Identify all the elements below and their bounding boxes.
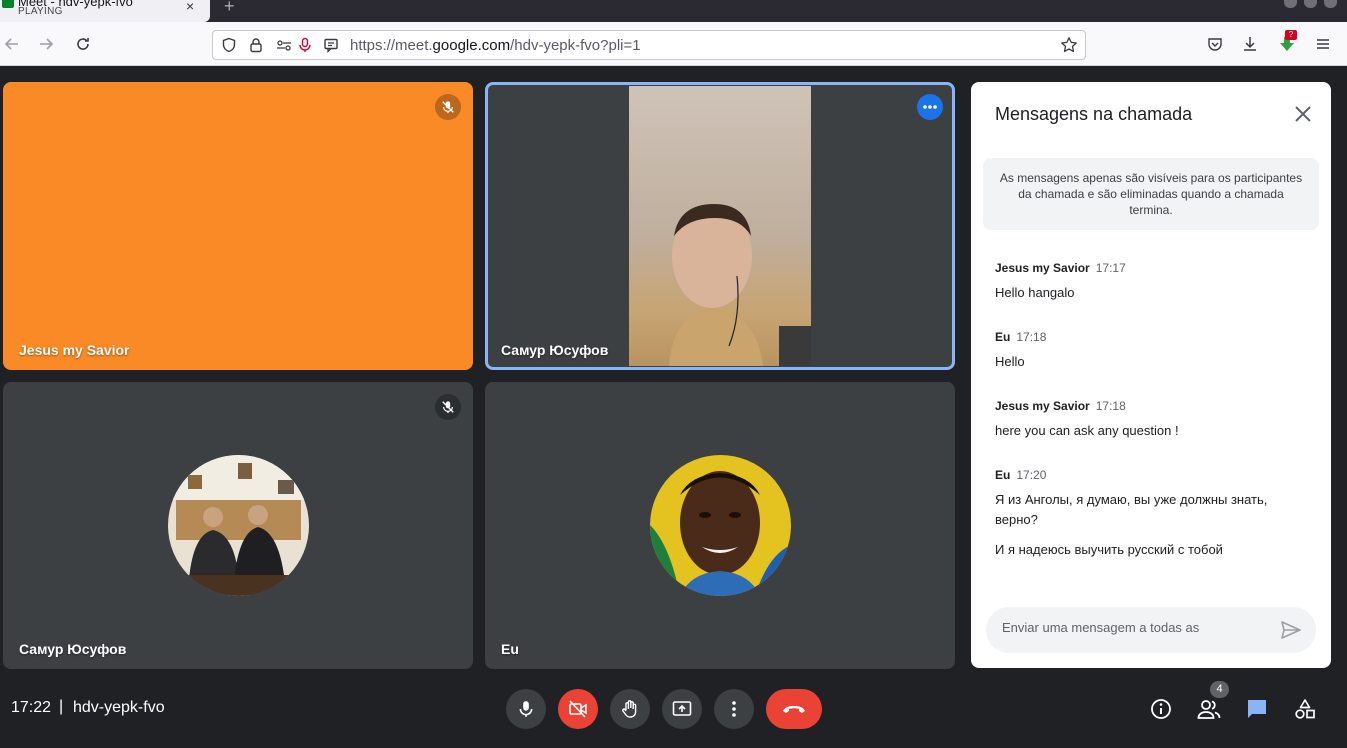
hand-icon (622, 700, 637, 718)
message-sender: Jesus my Savior (995, 261, 1090, 275)
participant-tile-eu[interactable]: Eu (485, 382, 955, 669)
message-time: 17:20 (1016, 468, 1047, 482)
chat-message: Jesus my Savior 17:18 here you can ask an… (995, 397, 1315, 441)
chat-message-input[interactable] (1002, 620, 1272, 635)
forward-arrow-icon[interactable] (36, 34, 56, 54)
extension-badge: ? (1285, 30, 1297, 40)
window-close-button[interactable] (1324, 0, 1337, 8)
back-arrow-icon[interactable] (2, 34, 22, 54)
participant-name: Самур Юсуфов (501, 342, 609, 358)
meet-favicon-icon (2, 0, 14, 8)
participant-video-feed (629, 86, 811, 366)
message-time: 17:17 (1095, 261, 1126, 275)
separator: | (59, 698, 64, 715)
browser-toolbar: https://meet.google.com/hdv-yepk-fvo?pli… (0, 22, 1347, 66)
url-text[interactable]: https://meet.google.com/hdv-yepk-fvo?pli… (350, 37, 641, 54)
reload-icon[interactable] (73, 34, 93, 54)
microphone-icon (519, 701, 533, 717)
browser-tab[interactable]: Meet - hdv-yepk-fvo PLAYING × (0, 0, 210, 22)
mic-off-icon (435, 94, 461, 120)
bookmark-star-icon[interactable] (1059, 35, 1079, 55)
permissions-icon[interactable] (274, 35, 294, 55)
camera-off-icon (569, 700, 587, 718)
hang-up-icon (783, 706, 805, 713)
send-icon[interactable] (1280, 620, 1302, 640)
message-sender: Eu (995, 468, 1011, 482)
url-bar[interactable]: https://meet.google.com/hdv-yepk-fvo?pli… (212, 30, 1086, 60)
tab-playing-label: PLAYING (18, 6, 63, 17)
meeting-control-bar: 17:22 | hdv-yepk-fvo 4 (0, 668, 1347, 748)
chat-message: Eu 17:18 Hello (995, 328, 1315, 372)
chat-message: Eu 17:20 Я из Анголы, я думаю, вы уже дол… (995, 466, 1295, 560)
participant-name: Jesus my Savior (19, 342, 130, 358)
pocket-icon[interactable] (1205, 34, 1225, 54)
message-time: 17:18 (1095, 399, 1126, 413)
participant-name: Самур Юсуфов (19, 641, 127, 657)
present-icon (672, 701, 692, 716)
browser-tab-strip: Meet - hdv-yepk-fvo PLAYING × + (0, 0, 1347, 22)
menu-hamburger-icon[interactable] (1313, 34, 1333, 54)
leave-call-button[interactable] (766, 689, 822, 729)
participant-tile-jesus[interactable]: Jesus my Savior (3, 82, 473, 370)
message-text: here you can ask any question ! (995, 423, 1179, 438)
activities-icon[interactable] (1292, 696, 1318, 722)
window-maximize-button[interactable] (1304, 0, 1317, 8)
page-info-icon[interactable] (321, 35, 341, 55)
message-sender: Jesus my Savior (995, 399, 1090, 413)
shield-icon[interactable] (219, 35, 239, 55)
downloads-icon[interactable] (1240, 34, 1260, 54)
camera-toggle-button[interactable] (558, 689, 598, 729)
message-text: Hello hangalo (995, 285, 1075, 300)
close-icon[interactable] (1291, 102, 1315, 126)
microphone-sharing-icon[interactable] (295, 35, 315, 55)
chat-panel: Mensagens na chamada As mensagens apenas… (971, 82, 1331, 668)
microphone-toggle-button[interactable] (506, 689, 546, 729)
chat-info-notice: As mensagens apenas são visíveis para os… (983, 158, 1319, 230)
participant-tile-samur-avatar[interactable]: Самур Юсуфов (3, 382, 473, 669)
tab-close-icon[interactable]: × (186, 0, 194, 13)
participant-tile-samur-video[interactable]: Самур Юсуфов (485, 82, 955, 370)
message-text: Hello (995, 354, 1025, 369)
chat-input-container (986, 607, 1316, 653)
chat-message: Jesus my Savior 17:17 Hello hangalo (995, 259, 1315, 303)
message-time: 17:18 (1016, 330, 1047, 344)
raise-hand-button[interactable] (610, 689, 650, 729)
message-text: И я надеюсь выучить русский с тобой (995, 542, 1223, 557)
present-screen-button[interactable] (662, 689, 702, 729)
more-options-button[interactable] (714, 689, 754, 729)
participant-name: Eu (501, 641, 519, 657)
meeting-clock: 17:22 (11, 699, 52, 716)
participant-count-badge: 4 (1210, 681, 1229, 698)
avatar (168, 455, 309, 596)
window-minimize-button[interactable] (1284, 0, 1297, 8)
more-vert-icon (732, 701, 736, 717)
new-tab-icon[interactable]: + (224, 0, 235, 17)
more-options-icon[interactable] (917, 94, 943, 120)
lock-icon[interactable] (246, 35, 266, 55)
mic-off-icon (435, 394, 461, 420)
chat-title: Mensagens na chamada (995, 104, 1193, 124)
meeting-code: hdv-yepk-fvo (73, 699, 165, 716)
avatar (650, 455, 791, 596)
message-text: Я из Анголы, я думаю, вы уже должны знат… (995, 492, 1268, 527)
people-icon[interactable] (1196, 696, 1222, 722)
chat-icon[interactable] (1244, 696, 1270, 722)
meeting-details-icon[interactable] (1148, 696, 1174, 722)
message-sender: Eu (995, 330, 1011, 344)
